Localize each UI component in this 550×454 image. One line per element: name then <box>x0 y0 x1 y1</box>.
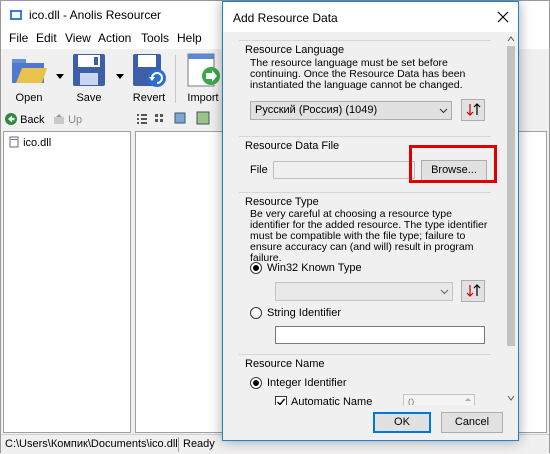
dialog-scrollbar[interactable] <box>504 32 518 405</box>
import-button[interactable]: Import <box>181 51 225 107</box>
chevron-down-icon <box>440 289 449 295</box>
close-icon[interactable] <box>494 8 512 26</box>
menu-edit[interactable]: Edit <box>36 31 57 45</box>
navigation-bar: Back Up <box>1 109 133 131</box>
language-section: Resource Language The resource language … <box>239 40 491 140</box>
up-label: Up <box>68 114 83 126</box>
dialog-footer: OK Cancel <box>223 405 503 441</box>
resource-tree[interactable]: ico.dll <box>3 131 131 433</box>
app-icon <box>10 10 22 20</box>
name-spin-value: 0 <box>408 397 415 405</box>
window-title: ico.dll - Anolis Resourcer <box>29 8 162 22</box>
cancel-button[interactable]: Cancel <box>441 412 503 433</box>
name-spin-field[interactable]: 0 <box>403 394 475 405</box>
dialog-titlebar: Add Resource Data <box>223 2 518 32</box>
import-icon <box>187 53 220 87</box>
dialog-body: Resource Language The resource language … <box>223 32 503 405</box>
view-mode-icons[interactable] <box>135 111 217 125</box>
status-path: C:\Users\Компик\Documents\ico.dll <box>5 438 178 450</box>
language-note: The resource language must be set before… <box>250 57 466 91</box>
spin-arrows-icon[interactable] <box>462 395 474 405</box>
scroll-thumb[interactable] <box>507 46 515 346</box>
tree-item-label: ico.dll <box>23 137 52 149</box>
menu-file[interactable]: File <box>9 31 28 45</box>
sort-icon <box>466 103 481 116</box>
scroll-up-icon[interactable] <box>506 34 516 44</box>
language-select-value: Русский (Россия) (1049) <box>255 104 378 116</box>
type-note: Be very careful at choosing a resource t… <box>250 208 488 264</box>
integer-identifier-radio[interactable] <box>250 377 262 389</box>
tree-item-ico-dll[interactable]: ico.dll <box>8 136 51 149</box>
open-folder-icon <box>12 59 47 83</box>
import-label: Import <box>187 92 219 104</box>
up-folder-icon <box>54 114 64 124</box>
open-dropdown-arrow-icon[interactable] <box>55 71 65 81</box>
open-label: Open <box>15 92 43 104</box>
name-section: Resource Name Integer Identifier Automat… <box>239 354 491 405</box>
file-label: File <box>250 164 268 176</box>
add-resource-dialog: Add Resource Data Resource Language The … <box>222 1 519 441</box>
automatic-name-label: Automatic Name <box>291 396 373 405</box>
open-button[interactable]: Open <box>7 51 51 107</box>
save-label: Save <box>76 92 102 104</box>
file-path-field[interactable] <box>273 161 415 179</box>
back-button[interactable]: Back <box>5 113 45 126</box>
revert-icon <box>133 54 166 87</box>
menu-help[interactable]: Help <box>177 31 202 45</box>
status-state: Ready <box>183 438 215 450</box>
win32-known-type-label: Win32 Known Type <box>267 262 362 274</box>
file-icon <box>9 136 19 148</box>
string-identifier-label: String Identifier <box>267 307 341 319</box>
type-heading: Resource Type <box>245 196 319 208</box>
view-buttons <box>135 111 217 129</box>
sort-icon <box>466 284 481 297</box>
back-arrow-icon <box>5 113 17 125</box>
menu-action[interactable]: Action <box>98 31 131 45</box>
language-sort-button[interactable] <box>461 99 485 121</box>
string-identifier-field[interactable] <box>275 326 485 344</box>
menu-tools[interactable]: Tools <box>141 31 169 45</box>
language-heading: Resource Language <box>245 44 345 56</box>
file-heading: Resource Data File <box>245 140 340 152</box>
scroll-down-icon[interactable] <box>506 393 516 403</box>
win32-known-type-radio[interactable] <box>250 262 262 274</box>
menu-view[interactable]: View <box>65 31 91 45</box>
win32-type-select[interactable] <box>275 282 453 301</box>
string-identifier-radio[interactable] <box>250 307 262 319</box>
back-label: Back <box>20 114 45 126</box>
save-dropdown-arrow-icon[interactable] <box>115 71 125 81</box>
ok-button[interactable]: OK <box>373 412 431 433</box>
save-button[interactable]: Save <box>67 51 111 107</box>
type-section: Resource Type Be very careful at choosin… <box>239 192 491 362</box>
revert-label: Revert <box>132 92 166 104</box>
integer-identifier-label: Integer Identifier <box>267 377 347 389</box>
revert-button[interactable]: Revert <box>127 51 171 107</box>
type-sort-button[interactable] <box>461 280 485 302</box>
toolbar-separator <box>175 55 176 103</box>
chevron-down-icon <box>439 108 448 114</box>
annotation-highlight <box>409 145 497 183</box>
status-separator <box>178 437 179 452</box>
language-select[interactable]: Русский (Россия) (1049) <box>250 101 452 120</box>
name-heading: Resource Name <box>245 358 325 370</box>
automatic-name-checkbox[interactable] <box>275 396 287 405</box>
checkmark-icon <box>277 398 286 405</box>
save-disk-icon <box>73 54 105 86</box>
up-button[interactable]: Up <box>53 113 82 126</box>
dialog-title: Add Resource Data <box>233 11 338 25</box>
